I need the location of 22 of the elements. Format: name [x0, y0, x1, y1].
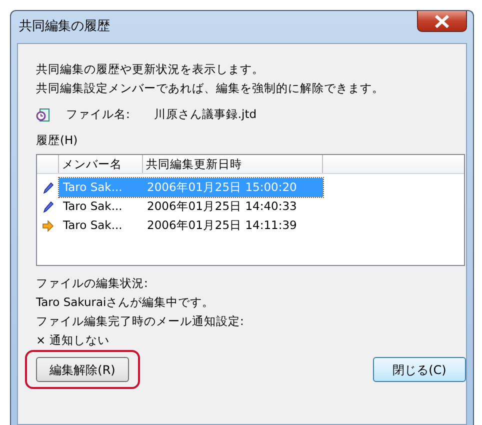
column-header[interactable]: メンバー名 [59, 155, 143, 174]
description-text: 共同編集の履歴や更新状況を表示します。 [36, 61, 265, 78]
status-value: Taro Sakuraiさんが編集中です。 [36, 294, 216, 312]
status-value: × 通知しない [36, 332, 110, 350]
window-title: 共同編集の履歴 [18, 18, 110, 36]
history-label: 履歴(H) [36, 132, 79, 150]
description-text: 共同編集設定メンバーであれば、編集を強制的に解除できます。 [36, 80, 385, 97]
dialog-button[interactable]: 編集解除(R) [36, 357, 129, 382]
status-label: ファイル編集完了時のメール通知設定: [36, 313, 245, 330]
column-header[interactable]: 共同編集更新日時 [143, 155, 323, 174]
history-row[interactable]: Taro Sak... 2006年01月25日 14:40:33 [59, 197, 323, 216]
file-name: 川原さん議事録.jtd [154, 106, 257, 123]
history-row[interactable]: Taro Sak... 2006年01月25日 14:11:39 [59, 216, 323, 236]
pencil-icon [42, 200, 54, 213]
document-icon [36, 108, 50, 122]
close-button[interactable] [417, 11, 467, 32]
dialog-button[interactable]: 閉じる(C) [373, 357, 466, 382]
status-label: ファイルの編集状況: [36, 275, 149, 292]
pencil-icon [42, 182, 54, 194]
file-label: ファイル名: [66, 106, 130, 123]
arrow-icon [42, 220, 54, 232]
close-icon [434, 14, 450, 28]
